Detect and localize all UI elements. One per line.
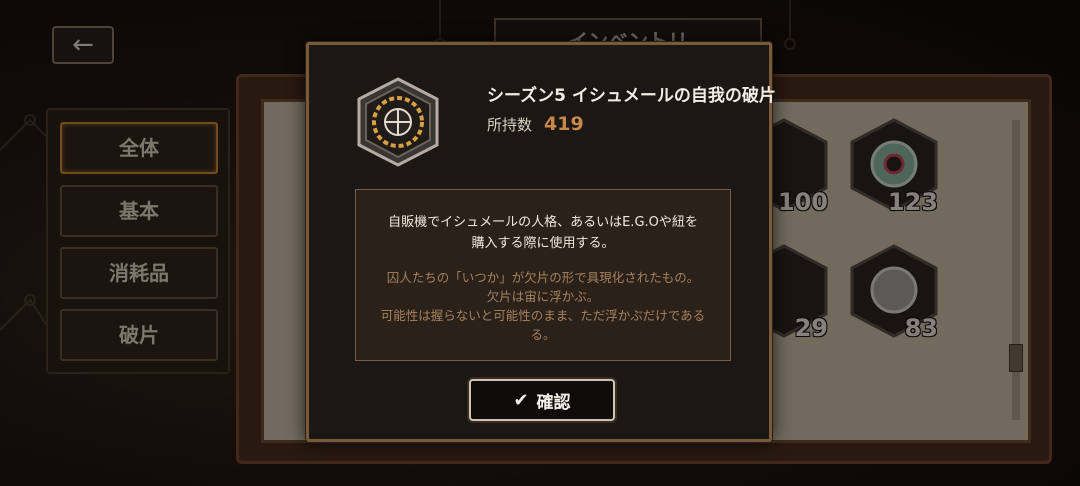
item-title: シーズン5 イシュメールの自我の破片	[487, 86, 776, 106]
checkmark-icon: ✔	[513, 389, 529, 411]
item-detail-dialog: シーズン5 イシュメールの自我の破片 所持数 419 自販機でイシュメールの人格…	[306, 42, 776, 442]
confirm-button[interactable]: ✔ 確認	[469, 379, 615, 421]
owned-count-row: 所持数 419	[487, 113, 584, 135]
confirm-label: 確認	[536, 392, 571, 413]
owned-label: 所持数	[487, 116, 533, 134]
description-box: 自販機でイシュメールの人格、あるいはE.G.Oや紐を 購入する際に使用する。 囚…	[355, 189, 731, 361]
owned-value: 419	[544, 113, 584, 135]
description-text: 自販機でイシュメールの人格、あるいはE.G.Oや紐を 購入する際に使用する。	[388, 215, 698, 251]
ego-shard-icon	[353, 77, 443, 167]
flavor-text: 囚人たちの「いつか」が欠片の形で具現化されたもの。 欠片は宙に浮かぶ。 可能性は…	[380, 270, 706, 342]
